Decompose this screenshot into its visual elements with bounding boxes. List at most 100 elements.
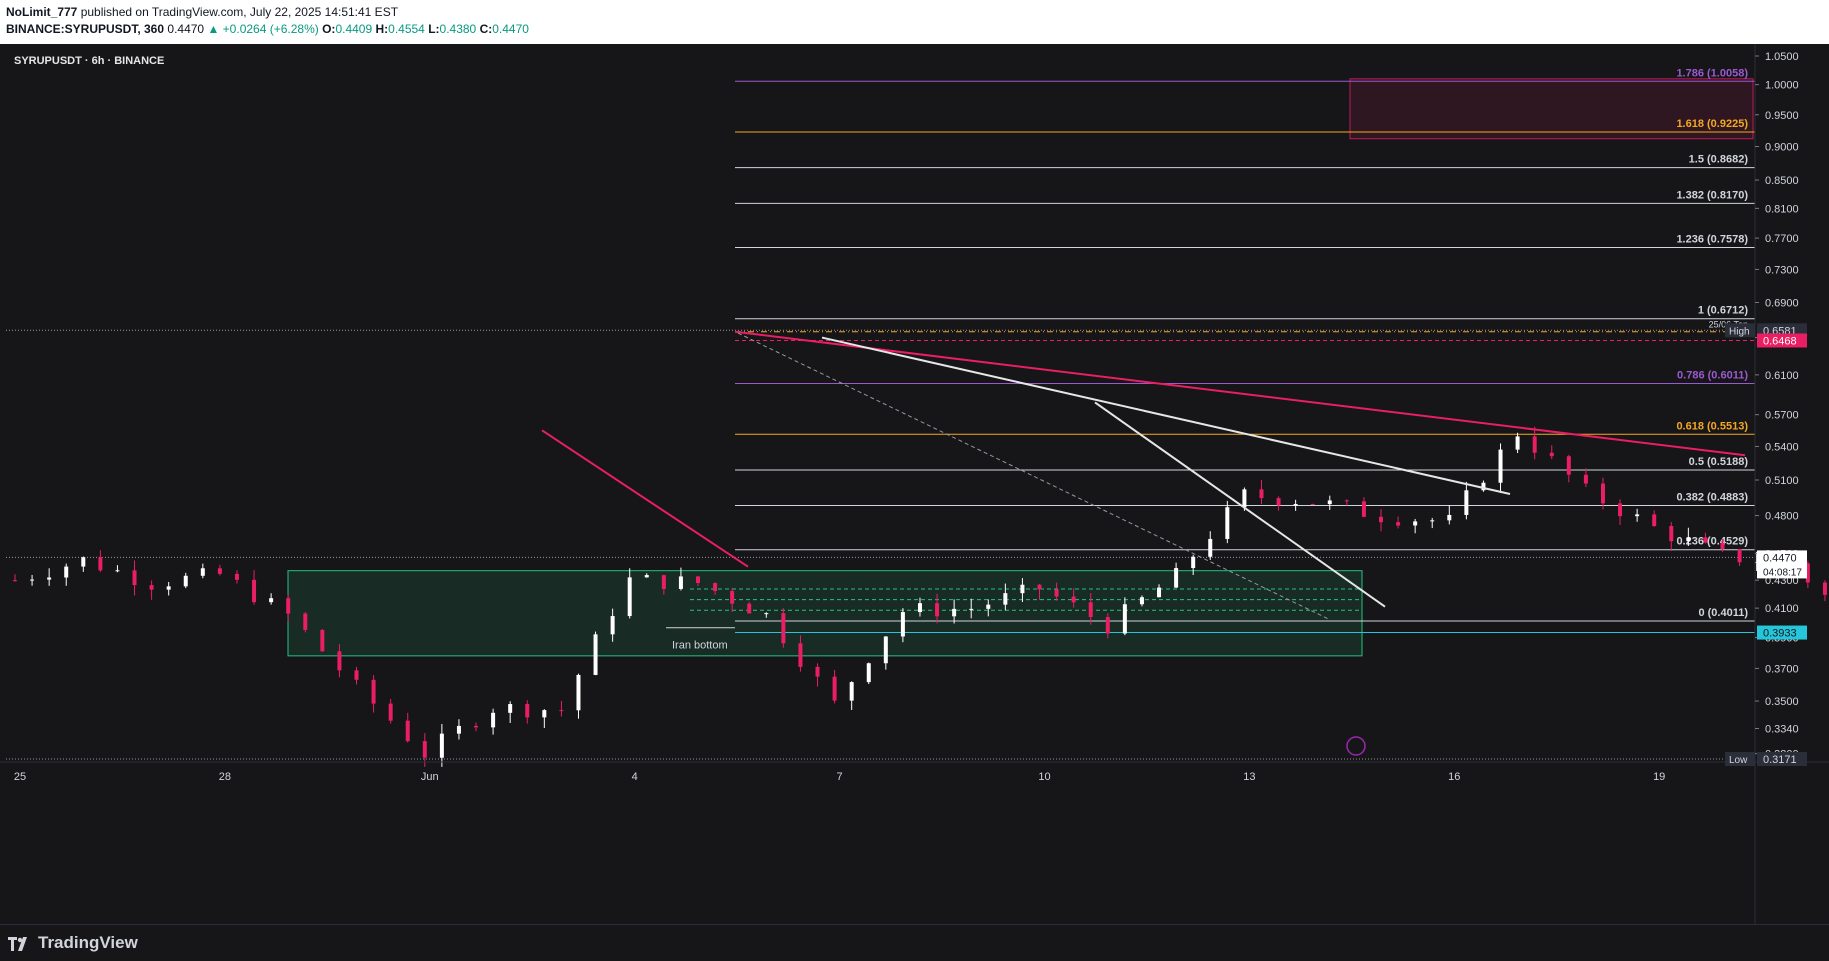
candle-body — [81, 557, 86, 567]
tradingview-logo[interactable]: TradingView — [8, 933, 138, 953]
candle-body — [815, 666, 820, 677]
price-tick-label: 0.5700 — [1765, 410, 1799, 422]
candle-body — [234, 573, 239, 580]
candle-body — [661, 575, 666, 589]
candle-body — [1088, 602, 1093, 618]
candle-body — [935, 603, 940, 617]
price-tick-label: 0.8100 — [1765, 203, 1799, 215]
candle-body — [1208, 538, 1213, 557]
footer: TradingView — [0, 924, 1829, 961]
candle-body — [917, 603, 922, 613]
candle-body — [183, 575, 188, 587]
candle-body — [1174, 568, 1179, 588]
price-tag-countdown: 04:08:17 — [1763, 567, 1802, 578]
candle-body — [1293, 504, 1298, 506]
candle-body — [525, 704, 530, 718]
candle-body — [644, 575, 649, 578]
candle-body — [456, 725, 461, 734]
price-tick-label: 0.8500 — [1765, 175, 1799, 187]
candle-body — [866, 663, 871, 683]
candle-body — [1361, 501, 1366, 517]
candle-body — [1549, 452, 1554, 457]
candle-body — [64, 566, 69, 578]
candle-body — [832, 676, 837, 701]
candle-body — [30, 579, 35, 581]
candle-body — [849, 682, 854, 701]
time-tick-label: 7 — [837, 771, 843, 783]
fib-level-label: 0 (0.4011) — [1698, 607, 1748, 619]
candle-body — [1566, 456, 1571, 475]
price-tag-value: 0.3933 — [1763, 628, 1797, 640]
candle-body — [269, 598, 274, 603]
candle-body — [781, 613, 786, 644]
fib-level-label: 1.5 (0.8682) — [1689, 154, 1749, 166]
last-price: 0.4470 — [167, 22, 205, 36]
price-tick-label: 0.4800 — [1765, 511, 1799, 523]
candle-body — [576, 674, 581, 711]
time-tick-label: 19 — [1653, 771, 1665, 783]
candle-body — [1003, 593, 1008, 605]
candle-body — [1430, 520, 1435, 522]
candle-body — [371, 679, 376, 704]
candle-body — [1583, 474, 1588, 484]
price-tick-label: 0.5100 — [1765, 475, 1799, 487]
candle-body — [286, 598, 291, 614]
candle-body — [388, 703, 393, 721]
candle-body — [491, 712, 496, 728]
candle-body — [1242, 489, 1247, 508]
time-tick-label: 25 — [14, 771, 26, 783]
time-tick-label: 10 — [1038, 771, 1050, 783]
price-tag-label: Low — [1729, 755, 1748, 766]
tradingview-logo-text: TradingView — [38, 933, 138, 952]
candle-body — [1191, 556, 1196, 569]
open-value: 0.4409 — [335, 22, 373, 36]
symbol-line: BINANCE:SYRUPUSDT, 360 — [6, 22, 165, 36]
time-tick-label: Jun — [421, 771, 439, 783]
candle-body — [252, 579, 257, 603]
candle-body — [696, 576, 700, 584]
time-tick-label: 13 — [1243, 771, 1255, 783]
time-tick-label: 28 — [219, 771, 231, 783]
candle-body — [115, 570, 120, 572]
candle-body — [1327, 500, 1332, 505]
price-tick-label: 0.7700 — [1765, 233, 1799, 245]
candle-body — [883, 636, 888, 664]
fib-level-label: 0.382 (0.4883) — [1676, 492, 1748, 504]
candle-body — [200, 568, 205, 576]
candle-body — [1020, 584, 1025, 594]
author-name[interactable]: NoLimit_777 — [6, 5, 77, 19]
candle-body — [320, 629, 325, 652]
candle-body — [47, 577, 52, 580]
candle-body — [1652, 514, 1657, 527]
candle-body — [149, 585, 154, 590]
price-tick-label: 1.0000 — [1765, 80, 1799, 92]
fib-level-label: 1 (0.6712) — [1698, 305, 1748, 317]
candle-body — [1447, 514, 1452, 521]
candle-body — [474, 725, 479, 728]
price-tick-label: 0.3700 — [1765, 663, 1799, 675]
candle-body — [952, 608, 957, 617]
demand-zone — [287, 570, 1363, 657]
candle-body — [747, 603, 752, 614]
low-label: L: — [428, 22, 440, 36]
candle-body — [1498, 449, 1503, 483]
price-tag-label: High — [1729, 326, 1750, 337]
price-chart[interactable]: 1.786 (1.0058) 1.618 (0.9225) 1.5 (0.8682)… — [0, 44, 1829, 924]
candle-body — [730, 591, 735, 604]
candle-body — [1139, 597, 1144, 605]
tradingview-logo-icon — [8, 936, 27, 951]
candle-body — [1157, 587, 1162, 598]
price-tick-label: 1.0500 — [1765, 51, 1799, 63]
close-label: C: — [479, 22, 493, 36]
candle-body — [1686, 537, 1691, 542]
fib-level-label: 1.382 (0.8170) — [1676, 189, 1748, 201]
candle-body — [303, 613, 308, 630]
candle-body — [1054, 589, 1059, 597]
candle-body — [1600, 483, 1605, 504]
candle-body — [1737, 549, 1742, 563]
fib-level-label: 0.786 (0.6011) — [1677, 369, 1748, 381]
candle-body — [1379, 516, 1383, 523]
candle-body — [559, 710, 564, 712]
candle-body — [764, 613, 769, 615]
published-text: published on TradingView.com, July 22, 2… — [80, 5, 399, 19]
